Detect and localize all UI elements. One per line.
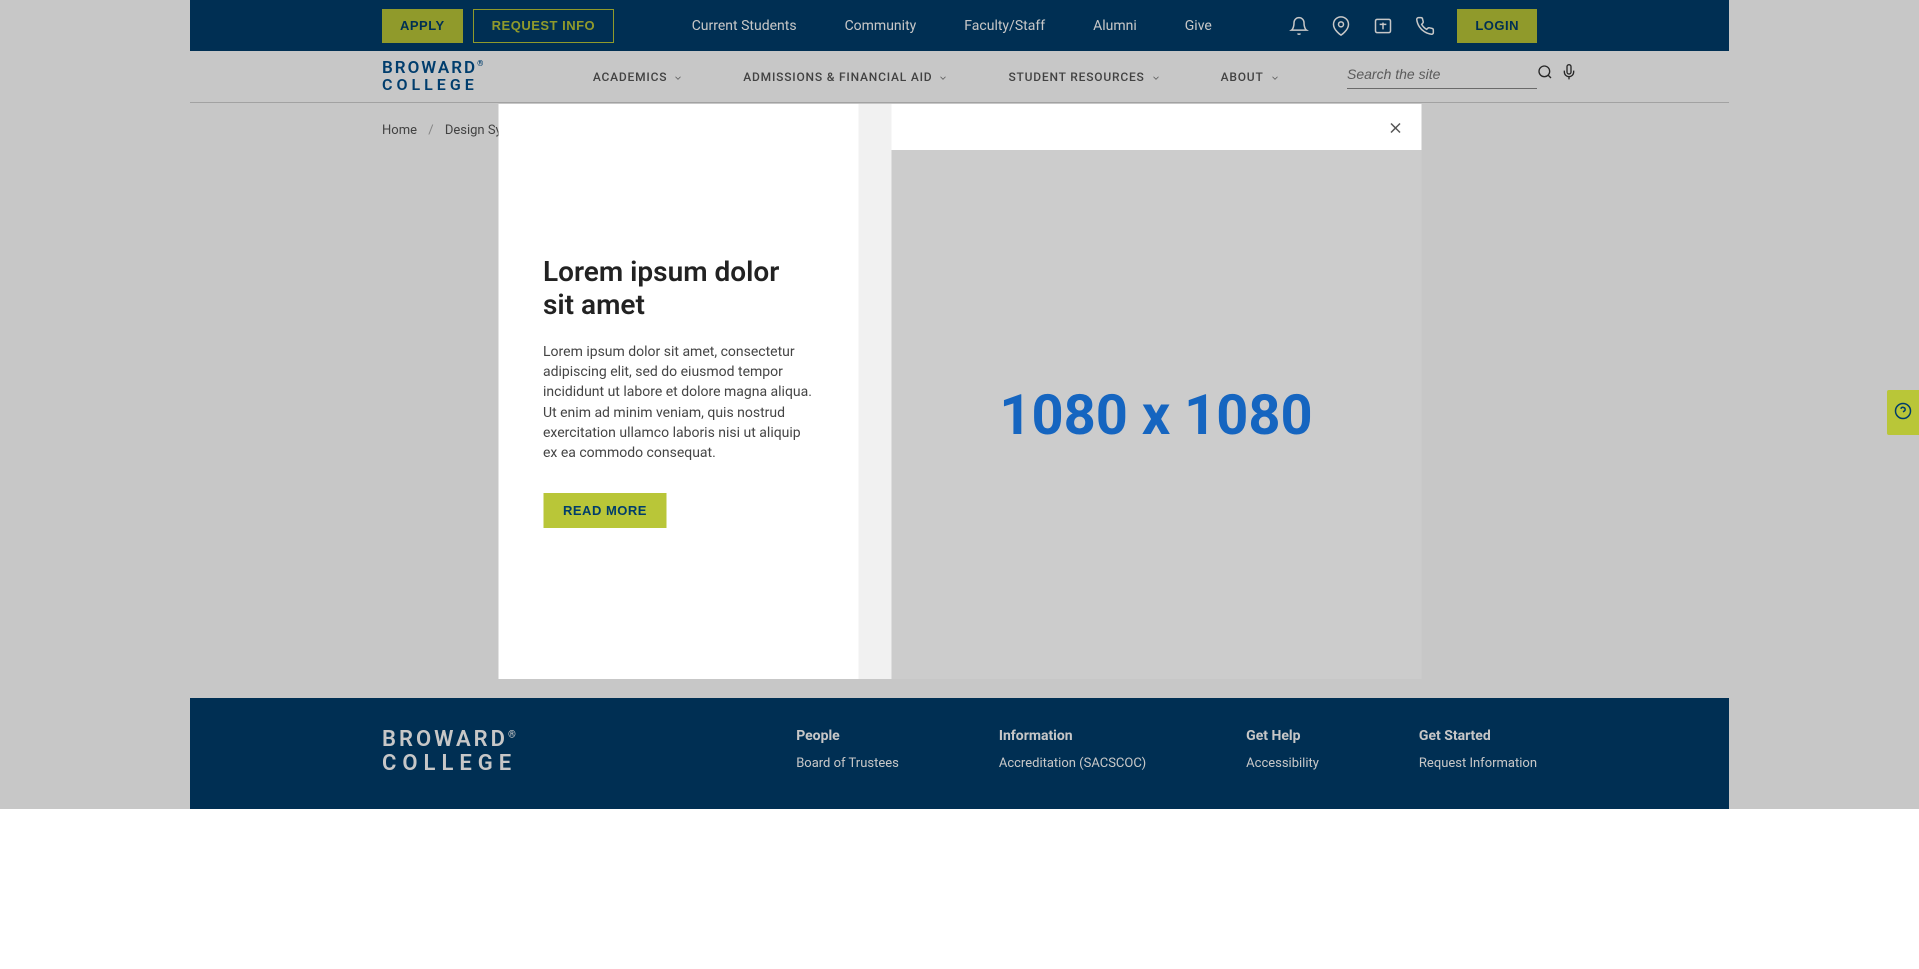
modal-divider — [858, 104, 891, 679]
modal-image-placeholder: 1080 x 1080 — [891, 150, 1421, 679]
placeholder-dimensions: 1080 x 1080 — [999, 382, 1312, 448]
help-icon — [1894, 402, 1912, 424]
modal-close-button[interactable] — [1383, 118, 1407, 142]
help-side-tab[interactable] — [1887, 390, 1919, 435]
close-icon — [1386, 119, 1404, 141]
modal-title: Lorem ipsum dolor sit amet — [543, 255, 813, 322]
modal-text-panel: Lorem ipsum dolor sit amet Lorem ipsum d… — [498, 104, 858, 679]
read-more-button[interactable]: READ MORE — [543, 493, 667, 528]
promo-modal: Lorem ipsum dolor sit amet Lorem ipsum d… — [498, 104, 1421, 679]
modal-body-text: Lorem ipsum dolor sit amet, consectetur … — [543, 342, 813, 464]
